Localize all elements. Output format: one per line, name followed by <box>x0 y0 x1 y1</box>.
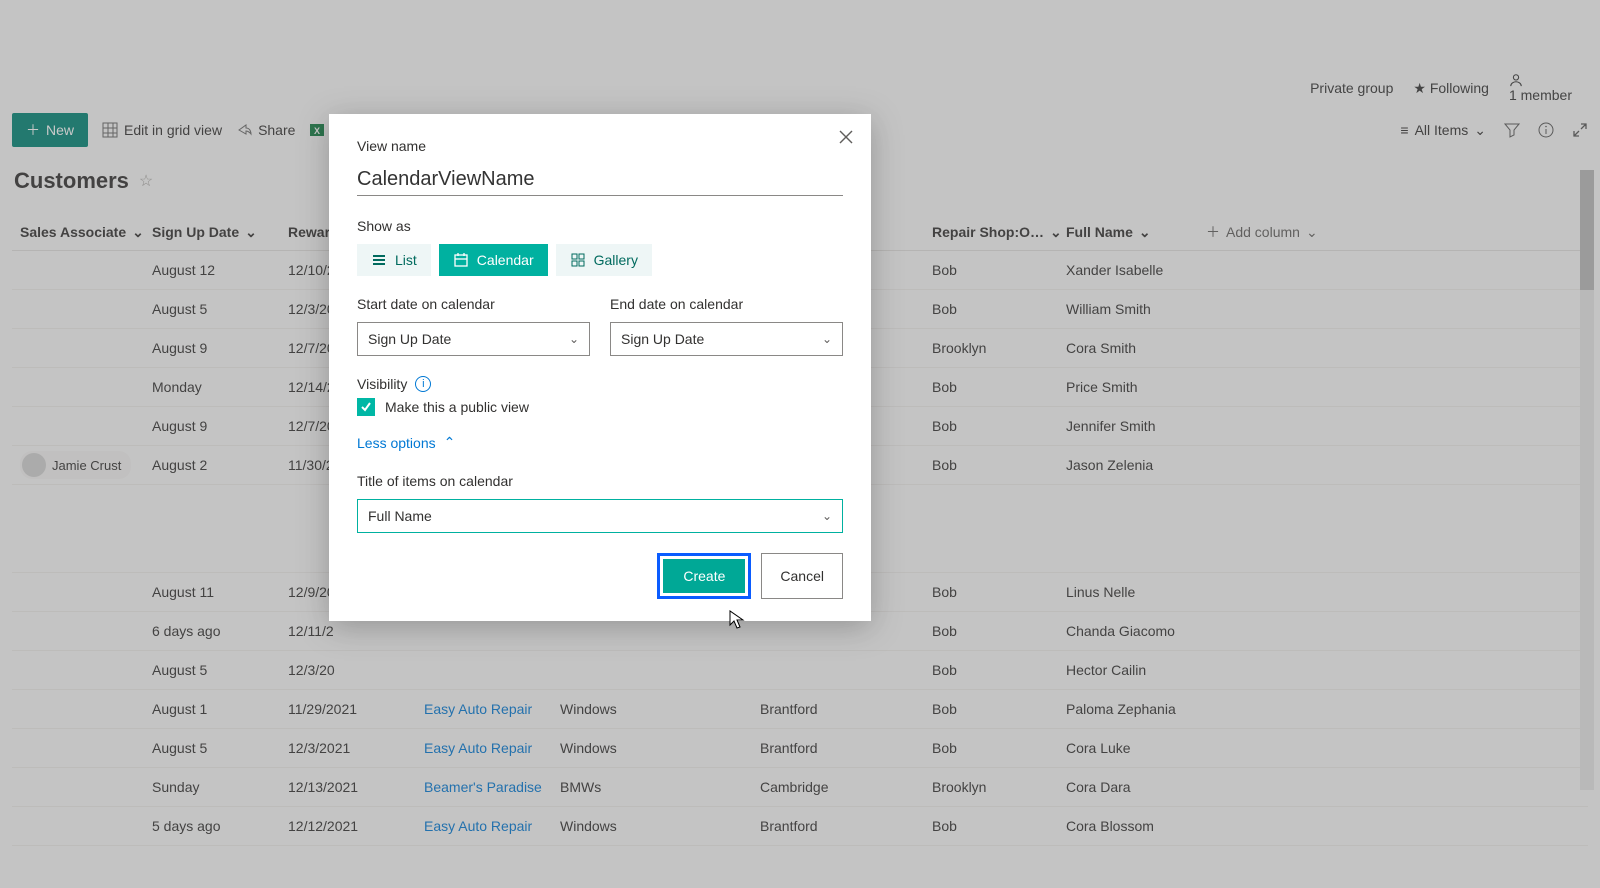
visibility-label: Visibility <box>357 376 407 392</box>
close-icon <box>839 130 853 144</box>
close-button[interactable] <box>839 130 853 144</box>
calendar-icon <box>453 252 469 268</box>
chevron-down-icon: ⌄ <box>822 332 832 346</box>
end-date-select[interactable]: Sign Up Date⌄ <box>610 322 843 356</box>
show-as-label: Show as <box>357 218 843 234</box>
check-icon <box>360 401 372 413</box>
view-name-input[interactable] <box>357 164 843 196</box>
public-view-checkbox[interactable] <box>357 398 375 416</box>
create-button[interactable]: Create <box>663 559 745 593</box>
show-as-gallery-button[interactable]: Gallery <box>556 244 652 276</box>
public-view-label: Make this a public view <box>385 399 529 415</box>
info-icon[interactable]: i <box>415 376 431 392</box>
view-name-label: View name <box>357 138 843 154</box>
show-as-list-button[interactable]: List <box>357 244 431 276</box>
title-items-select[interactable]: Full Name⌄ <box>357 499 843 533</box>
cancel-button[interactable]: Cancel <box>761 553 843 599</box>
start-date-select[interactable]: Sign Up Date⌄ <box>357 322 590 356</box>
title-items-label: Title of items on calendar <box>357 473 843 489</box>
start-date-label: Start date on calendar <box>357 296 590 312</box>
chevron-down-icon: ⌄ <box>822 509 832 523</box>
gallery-icon <box>570 252 586 268</box>
less-options-toggle[interactable]: Less options ⌃ <box>357 434 455 451</box>
tutorial-highlight: Create <box>657 553 751 599</box>
list-icon <box>371 252 387 268</box>
chevron-down-icon: ⌄ <box>569 332 579 346</box>
show-as-calendar-button[interactable]: Calendar <box>439 244 548 276</box>
chevron-up-icon: ⌃ <box>444 434 456 451</box>
end-date-label: End date on calendar <box>610 296 843 312</box>
create-view-dialog: View name Show as List Calendar Gallery … <box>329 114 871 621</box>
